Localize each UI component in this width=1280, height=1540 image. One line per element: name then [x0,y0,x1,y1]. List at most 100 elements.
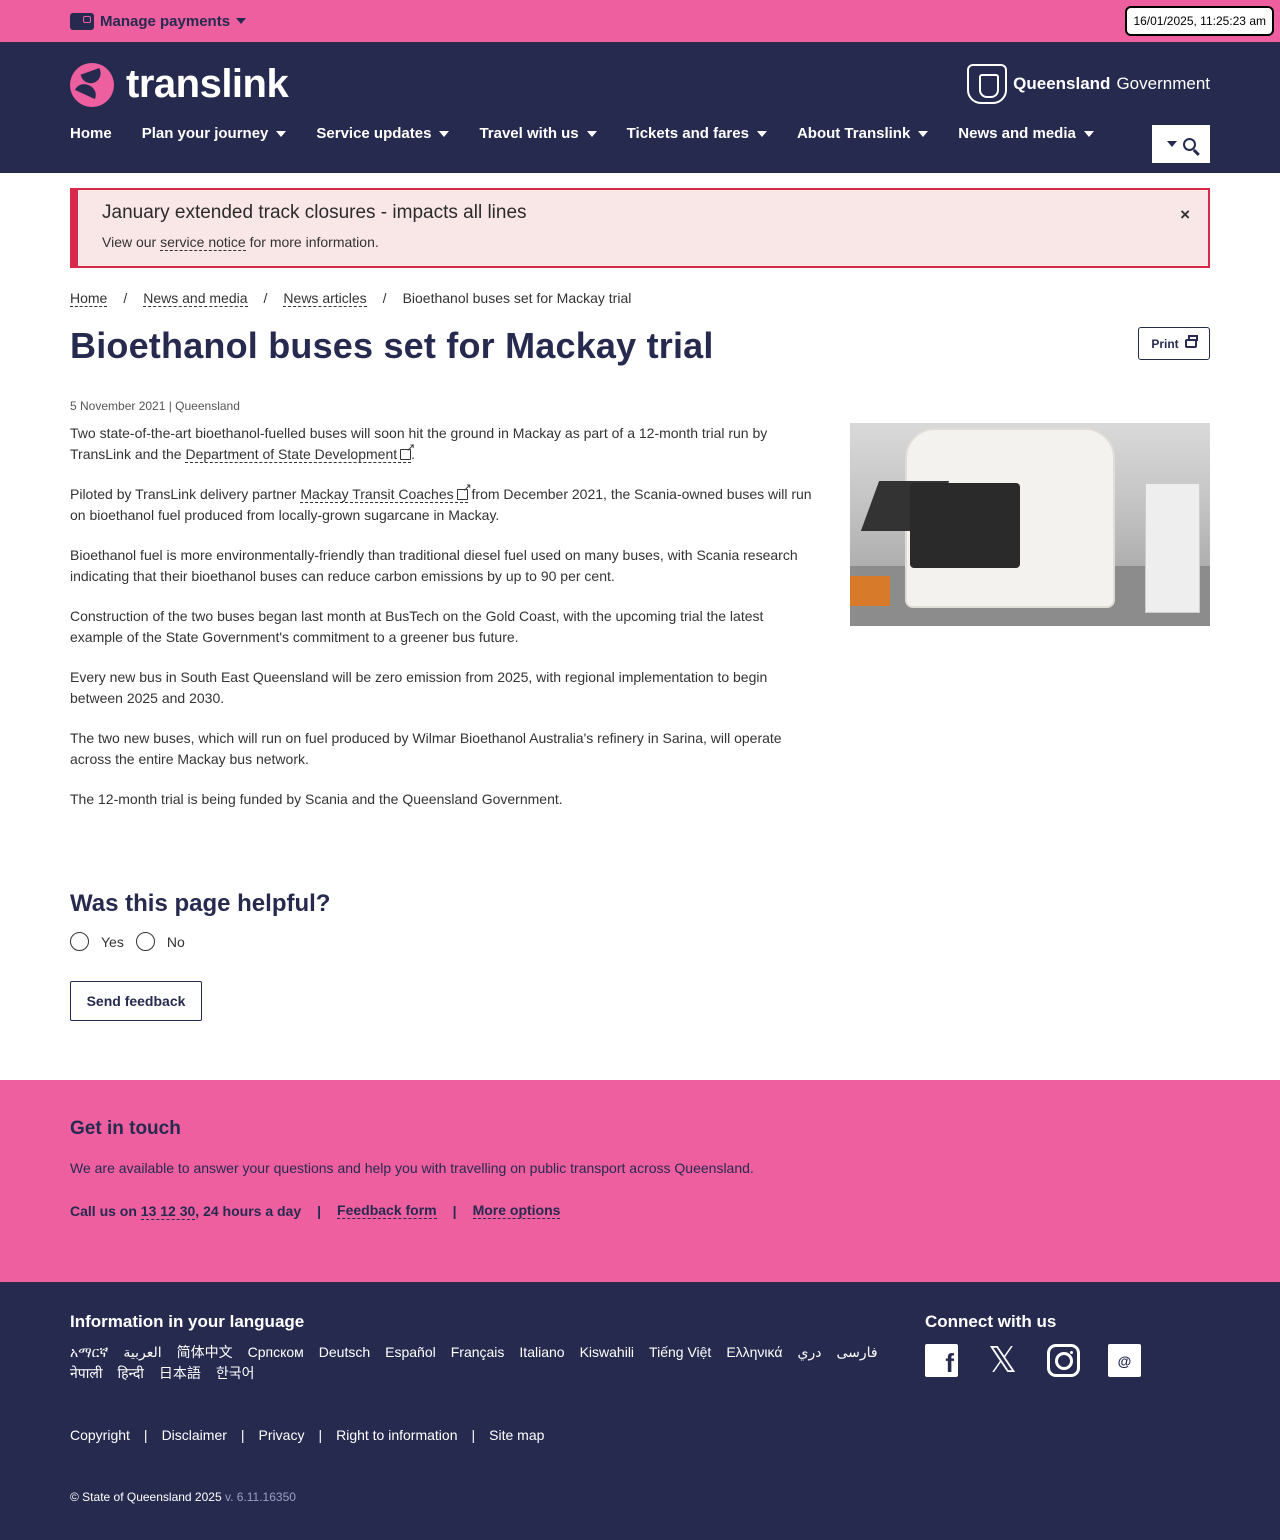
contact-links: Call us on 13 12 30, 24 hours a day | Fe… [70,1202,1210,1220]
breadcrumb-news-media[interactable]: News and media [143,290,248,307]
language-link[interactable]: Ελληνικά [726,1342,782,1363]
nav-label: Travel with us [479,125,579,142]
feedback-section: Was this page helpful? Yes No Send feedb… [70,890,1210,1021]
get-in-touch-text: We are available to answer your question… [70,1160,754,1176]
coat-of-arms-icon [967,64,1008,104]
language-link[interactable]: 한국어 [216,1363,255,1384]
language-link[interactable]: فارسی [836,1342,877,1363]
nav-travel-with-us[interactable]: Travel with us [479,125,597,142]
language-link[interactable]: 简体中文 [177,1342,233,1363]
print-button[interactable]: Print [1138,327,1210,360]
nav-label: News and media [958,125,1076,142]
alert-text-after: for more information. [245,234,379,250]
chevron-down-icon [1166,141,1177,147]
translink-logo[interactable]: translink [70,62,289,107]
language-link[interactable]: Deutsch [319,1342,370,1363]
copyright-link[interactable]: Copyright [70,1427,130,1443]
translink-logo-icon [70,62,114,107]
language-link[interactable]: አማርኛ [70,1342,108,1363]
gov-name-bold: Queensland [1013,74,1111,93]
service-notice-link[interactable]: service notice [160,234,246,251]
more-options-link[interactable]: More options [472,1202,561,1219]
nav-news-and-media[interactable]: News and media [958,125,1094,142]
department-link[interactable]: Department of State Development [185,443,415,463]
nav-label: About Translink [796,125,911,142]
right-to-information-link[interactable]: Right to information [336,1427,457,1443]
site-map-link[interactable]: Site map [489,1427,544,1443]
alert-title: January extended track closures - impact… [102,202,527,223]
copyright-text: © State of Queensland 2025 [70,1490,222,1504]
mackay-transit-link[interactable]: Mackay Transit Coaches [300,483,472,503]
manage-payments-menu[interactable]: Manage payments [70,12,247,30]
top-bar: Manage payments 16/01/2025, 11:25:23 am [0,0,1280,42]
site-footer: Information in your language አማርኛ العربي… [0,1282,1280,1540]
nav-plan-your-journey[interactable]: Plan your journey [142,125,287,142]
paragraph: The two new buses, which will run on fue… [70,730,782,767]
language-link[interactable]: العربية [123,1342,161,1363]
privacy-link[interactable]: Privacy [259,1427,305,1443]
breadcrumb-news-articles[interactable]: News articles [283,290,367,307]
radio-circle-icon[interactable] [135,932,155,951]
connect-section: Connect with us f 𝕏 @ [925,1312,1141,1381]
phone-link[interactable]: 13 12 30 [140,1202,196,1220]
radio-no[interactable]: No [135,932,185,951]
language-link[interactable]: Français [451,1342,505,1363]
separator: | [240,1427,245,1443]
breadcrumb-separator: / [382,290,387,306]
close-icon[interactable]: × [1180,205,1190,225]
logo-text: translink [126,62,289,106]
separator: | [317,1202,322,1219]
copyright-notice: © State of Queensland 2025 v. 6.11.16350 [70,1490,1210,1504]
instagram-icon[interactable] [1047,1344,1080,1377]
nav-service-updates[interactable]: Service updates [316,125,450,142]
bus-photo [850,423,1210,626]
service-alert: January extended track closures - impact… [70,188,1210,268]
language-list: አማርኛ العربية 简体中文 Српском Deutsch Españo… [70,1342,900,1384]
get-in-touch: Get in touch We are available to answer … [0,1080,1280,1282]
nav-about-translink[interactable]: About Translink [796,125,929,142]
language-link[interactable]: Español [385,1342,436,1363]
language-link[interactable]: नेपाली [70,1363,102,1384]
call-us-before: Call us on [70,1202,141,1219]
language-link[interactable]: Italiano [519,1342,564,1363]
paragraph: Bioethanol fuel is more environmentally-… [70,547,798,584]
feedback-form-link[interactable]: Feedback form [337,1202,437,1219]
search-button[interactable] [1152,125,1210,163]
radio-yes[interactable]: Yes [70,932,124,951]
separator: | [143,1427,148,1443]
main-nav: Home Plan your journey Service updates T… [70,125,1094,142]
printer-icon [1184,335,1198,348]
language-link[interactable]: Kiswahili [580,1342,634,1363]
breadcrumb-separator: / [123,290,128,306]
email-icon[interactable]: @ [1108,1344,1141,1377]
separator: | [318,1427,323,1443]
nav-label: Plan your journey [141,125,269,142]
radio-no-label: No [166,933,185,950]
article-body: Two state-of-the-art bioethanol-fuelled … [70,423,820,829]
x-icon[interactable]: 𝕏 [986,1340,1019,1381]
language-link[interactable]: हिन्दी [117,1363,143,1384]
version-text: v. 6.11.16350 [224,1490,296,1504]
nav-home[interactable]: Home [70,125,112,142]
language-link[interactable]: دري [797,1342,821,1363]
disclaimer-link[interactable]: Disclaimer [162,1427,227,1443]
call-us: Call us on 13 12 30, 24 hours a day [70,1202,302,1220]
call-us-after: , 24 hours a day [195,1202,302,1219]
chevron-down-icon [1083,130,1094,137]
social-links: f 𝕏 @ [925,1340,1141,1381]
send-feedback-button[interactable]: Send feedback [70,981,202,1021]
title-row: Bioethanol buses set for Mackay trial Pr… [70,325,1210,385]
nav-label: Tickets and fares [626,125,749,142]
gov-name-light: Government [1116,74,1210,93]
queensland-government-logo[interactable]: Queensland Government [967,64,1210,104]
breadcrumb-home[interactable]: Home [70,290,108,307]
facebook-icon[interactable]: f [925,1344,958,1378]
language-link[interactable]: Српском [248,1342,304,1363]
chevron-down-icon [236,18,247,24]
feedback-options: Yes No [70,932,1210,951]
language-link[interactable]: Tiếng Việt [649,1342,711,1363]
nav-tickets-and-fares[interactable]: Tickets and fares [627,125,767,142]
language-link[interactable]: 日本語 [159,1363,201,1384]
site-header: translink Queensland Government Home Pla… [0,42,1280,173]
radio-circle-icon[interactable] [70,932,89,951]
